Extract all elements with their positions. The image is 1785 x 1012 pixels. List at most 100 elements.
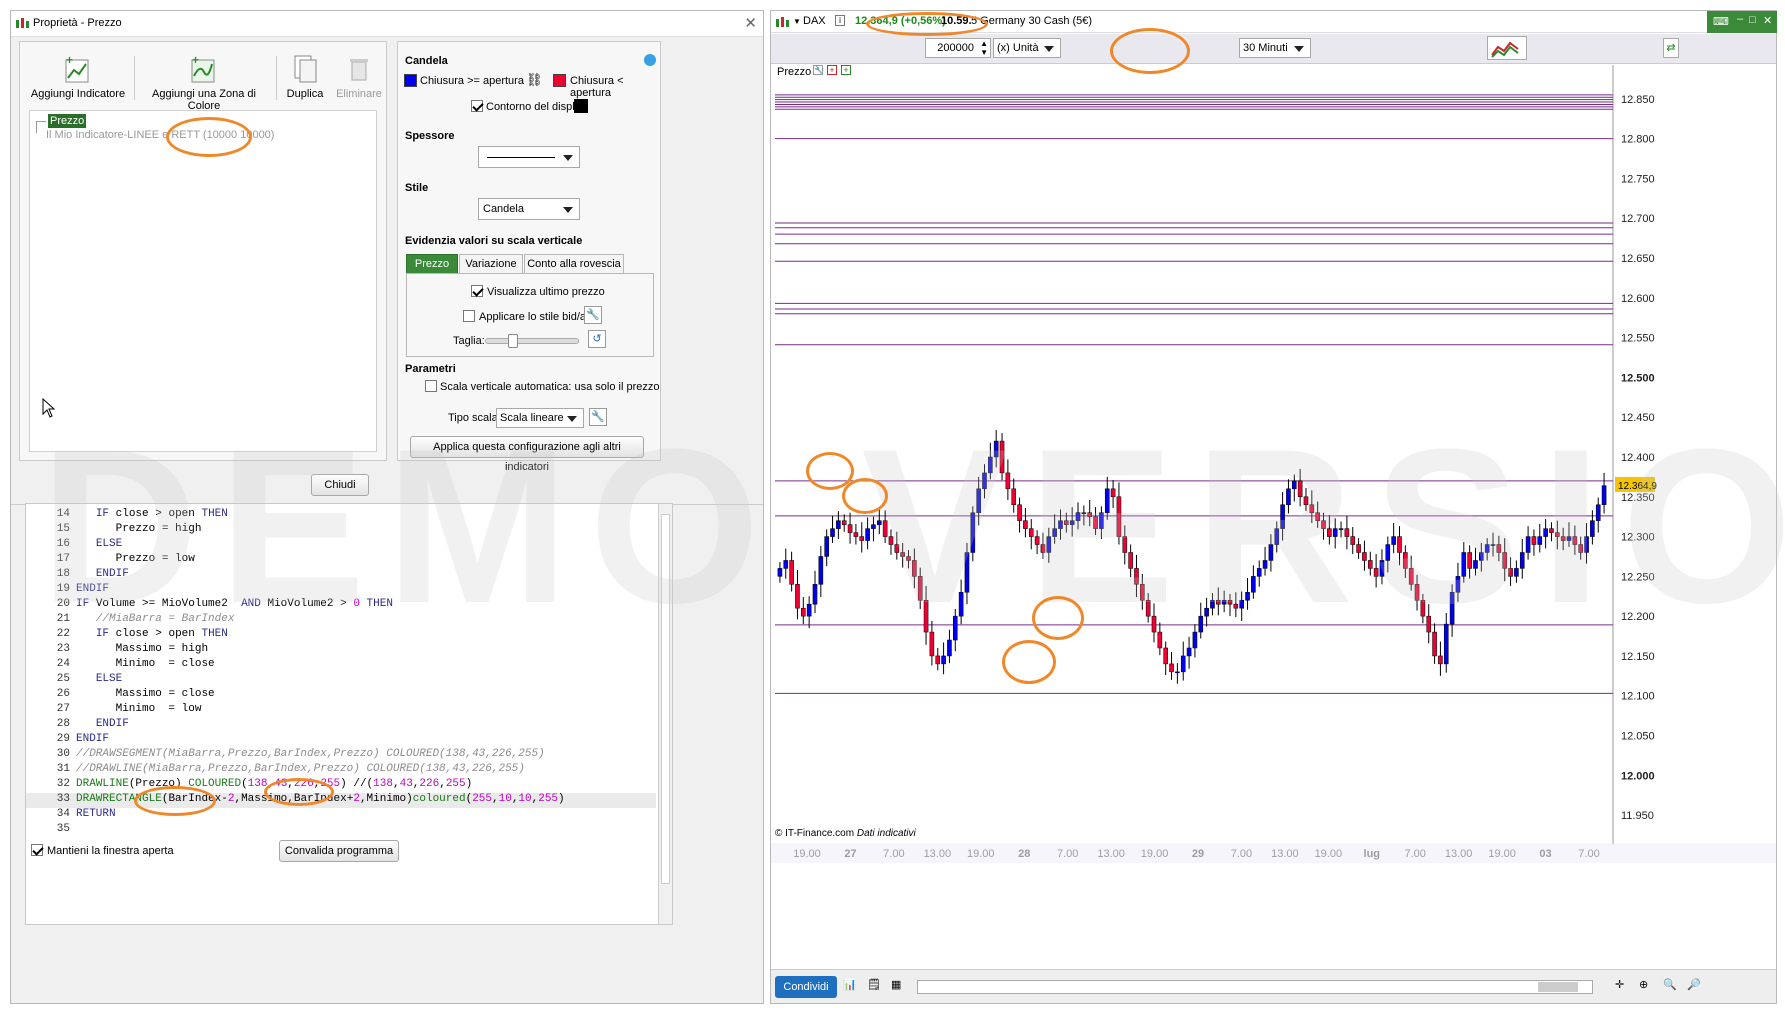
info-icon[interactable]: i	[835, 15, 845, 26]
symbol[interactable]: DAX	[803, 15, 826, 27]
auto-scale-checkbox[interactable]	[425, 380, 437, 393]
code-text: Minimo = low	[115, 703, 202, 715]
close-icon[interactable]: ✕	[744, 14, 757, 32]
slider-handle[interactable]	[508, 334, 518, 348]
scrollbar-thumb[interactable]	[1538, 982, 1578, 992]
tab-countdown[interactable]: Conto alla rovescia	[524, 254, 624, 274]
delete-button[interactable]: Eliminare	[334, 54, 384, 100]
code-text: RETURN	[76, 808, 116, 820]
tree-item-prezzo[interactable]: Prezzo	[48, 114, 87, 128]
line-number: 35	[56, 823, 70, 835]
show-last-price-label: Visualizza ultimo prezzo	[487, 286, 605, 298]
chevron-down-icon[interactable]: ▼	[793, 17, 801, 26]
thickness-header: Spessore	[405, 130, 455, 142]
bid-ask-checkbox[interactable]	[463, 310, 475, 323]
duplicate-label: Duplica	[286, 88, 324, 100]
y-tick-label: 12.050	[1621, 731, 1655, 743]
close-icon[interactable]: ✕	[1763, 14, 1772, 27]
candle-body	[1175, 671, 1180, 674]
add-color-zone-button[interactable]: + Aggiungi una Zona di Colore	[138, 54, 270, 112]
timeframe-dropdown[interactable]: 30 Minuti	[1239, 38, 1311, 58]
properties-title-bar[interactable]: Proprietà - Prezzo ✕	[11, 11, 763, 37]
unit-dropdown[interactable]: (x) Unità	[993, 38, 1061, 58]
chart-icon	[775, 15, 789, 32]
candle-body	[1169, 663, 1174, 673]
chevron-down-icon	[1294, 46, 1304, 52]
code-line: 35	[26, 823, 656, 838]
chart-type-button[interactable]	[1487, 36, 1527, 60]
maximize-icon[interactable]: □	[1749, 14, 1756, 26]
code-line: 26 Massimo = close	[26, 688, 656, 703]
keep-open-label: Mantieni la finestra aperta	[47, 845, 174, 857]
candle-body	[935, 655, 941, 665]
validate-program-button[interactable]: Convalida programma	[279, 840, 399, 862]
code-line: 27 Minimo = low	[26, 703, 656, 718]
line-sample	[487, 157, 555, 158]
zoom-fit-icon[interactable]: ⊕	[1639, 978, 1648, 991]
y-tick-label: 12.600	[1621, 293, 1655, 305]
data-source: © IT-Finance.com Dati indicativi	[775, 828, 916, 839]
help-icon[interactable]	[644, 54, 656, 66]
stepper-icon[interactable]: ▲ ▼	[980, 39, 988, 57]
line-number: 28	[56, 718, 70, 730]
share-button[interactable]: Condividi	[775, 976, 837, 998]
down-color-swatch[interactable]	[553, 74, 566, 87]
zoom-in-icon[interactable]: 🔎	[1687, 978, 1701, 991]
annotation-circle	[264, 778, 334, 806]
keep-open-checkbox[interactable]	[31, 844, 43, 857]
line-number: 30	[56, 748, 70, 760]
close-down-label: Chiusura < apertura	[570, 75, 624, 99]
remove-icon[interactable]: +	[827, 65, 837, 75]
tree-connector	[36, 121, 46, 133]
style-dropdown[interactable]: Candela	[478, 198, 580, 220]
time-scrollbar[interactable]	[917, 980, 1593, 994]
tab-prezzo[interactable]: Prezzo	[406, 254, 458, 274]
thickness-dropdown[interactable]	[478, 146, 580, 168]
minimize-icon[interactable]: –	[1737, 13, 1743, 25]
add-indicator-icon: +	[65, 54, 89, 83]
duplicate-button[interactable]: Duplica	[280, 54, 330, 100]
show-last-price-checkbox[interactable]	[471, 285, 483, 298]
code-line: 32 DRAWLINE(Prezzo) COLOURED(138,43,226,2…	[26, 778, 656, 793]
indicator-icon[interactable]: 📊	[843, 978, 857, 991]
code-text: ELSE	[95, 673, 123, 685]
size-slider[interactable]	[485, 334, 579, 348]
code-text: ENDIF	[76, 733, 110, 745]
compare-icon[interactable]: ▦	[891, 978, 901, 991]
code-line: 31 //DRAWLINE(MiaBarra,Prezzo,BarIndex,Pr…	[26, 763, 656, 778]
panel-toggle-icon[interactable]: ⇄	[1663, 38, 1679, 58]
up-color-swatch[interactable]	[404, 74, 417, 87]
add-indicator-button[interactable]: + Aggiungi Indicatore	[26, 54, 130, 100]
add-icon[interactable]: +	[841, 65, 851, 75]
svg-text:+: +	[66, 54, 73, 67]
crosshair-icon[interactable]: ✛	[1615, 978, 1624, 991]
outline-color-swatch[interactable]	[574, 99, 588, 113]
y-tick-label: 12.850	[1621, 94, 1655, 106]
annotation-circle	[1002, 640, 1056, 684]
keyboard-icon[interactable]: ⌨	[1713, 15, 1729, 28]
outline-checkbox[interactable]	[471, 100, 483, 113]
reset-icon[interactable]: ↺	[588, 330, 606, 348]
tab-variazione[interactable]: Variazione	[459, 254, 523, 274]
zoom-out-icon[interactable]: 🔍	[1663, 978, 1677, 991]
chart-type-icon	[1491, 41, 1519, 58]
chevron-down-icon	[563, 155, 573, 161]
quantity-input[interactable]: 200000 ▲ ▼	[925, 38, 991, 58]
svg-text:+: +	[192, 54, 199, 67]
wrench-icon[interactable]: 🔧	[813, 65, 824, 75]
delete-label: Eliminare	[336, 88, 382, 100]
y-tick-label: 12.800	[1621, 134, 1655, 146]
line-number: 25	[56, 673, 70, 685]
highlight-header: Evidenzia valori su scala verticale	[405, 235, 583, 247]
app-icon	[15, 16, 29, 33]
bid-ask-label: Applicare lo stile bid/ask	[479, 311, 598, 323]
list-icon[interactable]: 🗒	[867, 978, 881, 991]
code-text: Massimo = close	[115, 688, 215, 700]
link-icon[interactable]: ⛓	[526, 72, 543, 88]
wrench-icon[interactable]: 🔧	[584, 306, 602, 324]
window-controls[interactable]: ⌨ – □ ✕	[1707, 11, 1777, 33]
line-number: 31	[56, 763, 70, 775]
toolbar-divider	[276, 56, 277, 100]
line-number: 24	[56, 658, 70, 670]
add-color-zone-label: Aggiungi una Zona di Colore	[152, 88, 256, 112]
